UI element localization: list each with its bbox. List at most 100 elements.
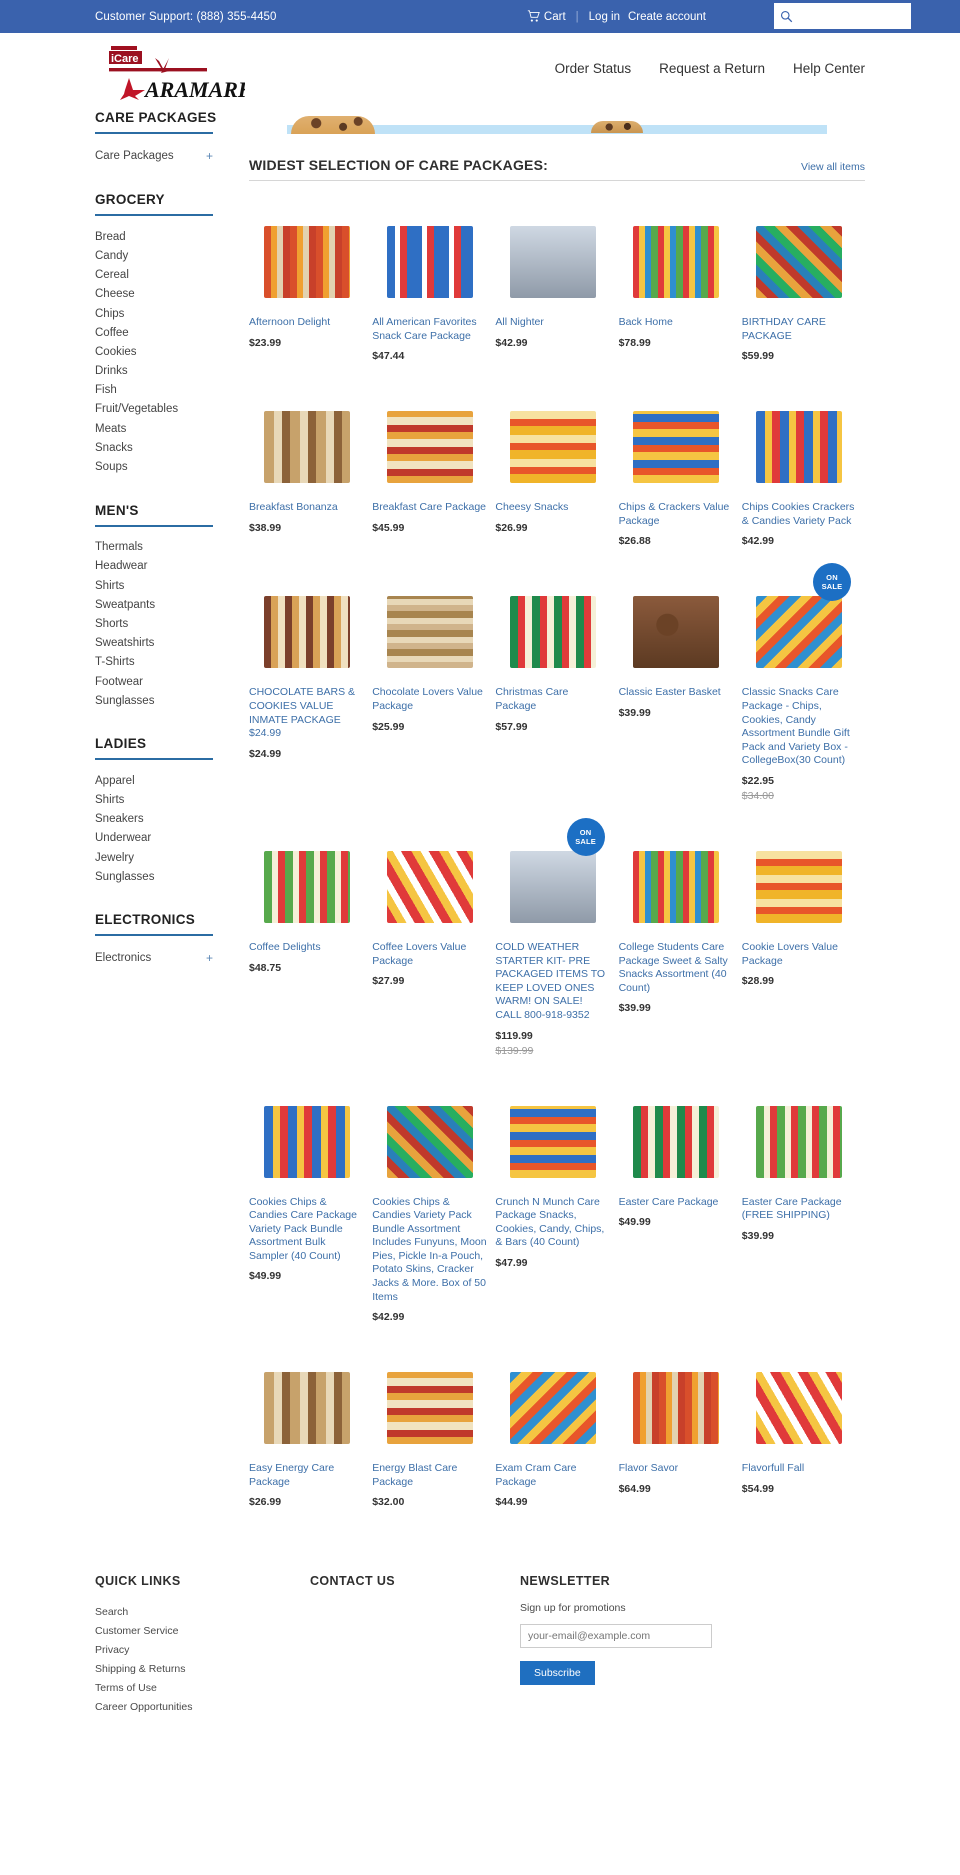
sidebar-item-ladies-shirts[interactable]: Shirts: [95, 791, 213, 810]
product-image[interactable]: [386, 850, 473, 923]
product-card[interactable]: Easter Care Package $49.99: [619, 1083, 742, 1350]
subscribe-button[interactable]: Subscribe: [520, 1661, 595, 1686]
product-title[interactable]: Easy Energy Care Package: [249, 1462, 364, 1489]
product-image[interactable]: [386, 1105, 473, 1178]
product-image[interactable]: [756, 1105, 843, 1178]
nav-help-center[interactable]: Help Center: [793, 61, 865, 76]
plus-icon[interactable]: +: [206, 951, 213, 965]
product-title[interactable]: Cookies Chips & Candies Care Package Var…: [249, 1196, 364, 1264]
product-card[interactable]: All American Favorites Snack Care Packag…: [372, 203, 495, 388]
product-image[interactable]: [756, 226, 843, 298]
product-card[interactable]: Coffee Delights $48.75: [249, 828, 372, 1083]
cart-link[interactable]: Cart: [527, 10, 566, 23]
sidebar-item-soups[interactable]: Soups: [95, 457, 213, 476]
product-title[interactable]: Coffee Lovers Value Package: [372, 941, 487, 968]
product-image[interactable]: [509, 850, 596, 923]
product-title[interactable]: COLD WEATHER STARTER KIT- PRE PACKAGED I…: [495, 941, 610, 1023]
nav-order-status[interactable]: Order Status: [555, 61, 632, 76]
sidebar-item-thermals[interactable]: Thermals: [95, 538, 213, 557]
footer-link-terms-of-use[interactable]: Terms of Use: [95, 1678, 310, 1697]
product-card[interactable]: Coffee Lovers Value Package $27.99: [372, 828, 495, 1083]
product-title[interactable]: Cheesy Snacks: [495, 501, 610, 515]
search-box[interactable]: [774, 3, 911, 29]
product-title[interactable]: Classic Easter Basket: [619, 686, 734, 700]
product-image[interactable]: [263, 1372, 350, 1445]
product-title[interactable]: Breakfast Care Package: [372, 501, 487, 515]
product-image[interactable]: [756, 850, 843, 923]
nav-request-a-return[interactable]: Request a Return: [659, 61, 765, 76]
sidebar-item-electronics[interactable]: Electronics +: [95, 947, 213, 968]
product-card[interactable]: Cookie Lovers Value Package $28.99: [742, 828, 865, 1083]
sidebar-item-shorts[interactable]: Shorts: [95, 614, 213, 633]
product-card[interactable]: Crunch N Munch Care Package Snacks, Cook…: [495, 1083, 618, 1350]
footer-link-customer-service[interactable]: Customer Service: [95, 1621, 310, 1640]
product-card[interactable]: Easter Care Package (FREE SHIPPING) $39.9…: [742, 1083, 865, 1350]
product-card[interactable]: All Nighter $42.99: [495, 203, 618, 388]
product-image[interactable]: [509, 226, 596, 298]
product-title[interactable]: Coffee Delights: [249, 941, 364, 955]
product-image[interactable]: [263, 1105, 350, 1178]
product-title[interactable]: Afternoon Delight: [249, 316, 364, 330]
sidebar-item-sweatpants[interactable]: Sweatpants: [95, 595, 213, 614]
product-card[interactable]: Chocolate Lovers Value Package $25.99: [372, 573, 495, 828]
product-title[interactable]: Flavor Savor: [619, 1462, 734, 1476]
product-image[interactable]: [263, 226, 350, 298]
sidebar-item-footwear[interactable]: Footwear: [95, 672, 213, 691]
product-card[interactable]: Flavorfull Fall $54.99: [742, 1349, 865, 1534]
product-card[interactable]: Afternoon Delight $23.99: [249, 203, 372, 388]
login-link[interactable]: Log in: [589, 11, 620, 23]
product-title[interactable]: Back Home: [619, 316, 734, 330]
product-title[interactable]: All Nighter: [495, 316, 610, 330]
sidebar-item-chips[interactable]: Chips: [95, 304, 213, 323]
sidebar-item-shirts[interactable]: Shirts: [95, 576, 213, 595]
footer-link-privacy[interactable]: Privacy: [95, 1640, 310, 1659]
product-card[interactable]: Breakfast Care Package $45.99: [372, 388, 495, 573]
product-image[interactable]: [263, 596, 350, 669]
product-title[interactable]: Chips & Crackers Value Package: [619, 501, 734, 528]
product-title[interactable]: Chocolate Lovers Value Package: [372, 686, 487, 713]
sidebar-item-candy[interactable]: Candy: [95, 246, 213, 265]
search-input[interactable]: [793, 10, 911, 22]
sidebar-item-drinks[interactable]: Drinks: [95, 362, 213, 381]
product-title[interactable]: Chips Cookies Crackers & Candies Variety…: [742, 501, 857, 528]
sidebar-item-fruit-vegetables[interactable]: Fruit/Vegetables: [95, 400, 213, 419]
view-all-items-link[interactable]: View all items: [801, 161, 865, 173]
product-image[interactable]: [263, 850, 350, 923]
sidebar-item-bread[interactable]: Bread: [95, 227, 213, 246]
product-image[interactable]: [633, 1105, 720, 1178]
product-image[interactable]: [386, 226, 473, 298]
product-card[interactable]: ON SALE COLD WEATHER STARTER KIT- PRE PACK…: [495, 817, 618, 1083]
product-card[interactable]: Exam Cram Care Package $44.99: [495, 1349, 618, 1534]
product-title[interactable]: Exam Cram Care Package: [495, 1462, 610, 1489]
sidebar-item-sunglasses[interactable]: Sunglasses: [95, 691, 213, 710]
sidebar-item-headwear[interactable]: Headwear: [95, 557, 213, 576]
sidebar-item-care-packages[interactable]: Care Packages +: [95, 145, 213, 166]
sidebar-item-meats[interactable]: Meats: [95, 419, 213, 438]
sidebar-item-sneakers[interactable]: Sneakers: [95, 810, 213, 829]
product-image[interactable]: [756, 1372, 843, 1445]
product-card[interactable]: Cheesy Snacks $26.99: [495, 388, 618, 573]
sidebar-item-apparel[interactable]: Apparel: [95, 771, 213, 790]
product-image[interactable]: [386, 1372, 473, 1445]
sidebar-item-snacks[interactable]: Snacks: [95, 438, 213, 457]
product-image[interactable]: [509, 1105, 596, 1178]
product-card[interactable]: Easy Energy Care Package $26.99: [249, 1349, 372, 1534]
product-card[interactable]: Back Home $78.99: [619, 203, 742, 388]
product-image[interactable]: [509, 1372, 596, 1445]
product-image[interactable]: [633, 411, 720, 484]
sidebar-item-underwear[interactable]: Underwear: [95, 829, 213, 848]
product-title[interactable]: Classic Snacks Care Package - Chips, Coo…: [742, 686, 857, 768]
product-image[interactable]: [509, 596, 596, 669]
product-image[interactable]: [386, 411, 473, 484]
product-image[interactable]: [633, 226, 720, 298]
product-image[interactable]: [633, 850, 720, 923]
product-image[interactable]: [633, 596, 720, 669]
sidebar-item-jewelry[interactable]: Jewelry: [95, 848, 213, 867]
footer-link-search[interactable]: Search: [95, 1602, 310, 1621]
sidebar-item-cookies[interactable]: Cookies: [95, 342, 213, 361]
product-title[interactable]: Easter Care Package (FREE SHIPPING): [742, 1196, 857, 1223]
product-card[interactable]: Cookies Chips & Candies Care Package Var…: [249, 1083, 372, 1350]
product-image[interactable]: [263, 411, 350, 484]
sidebar-item-fish[interactable]: Fish: [95, 381, 213, 400]
product-title[interactable]: CHOCOLATE BARS & COOKIES VALUE INMATE PA…: [249, 686, 364, 740]
